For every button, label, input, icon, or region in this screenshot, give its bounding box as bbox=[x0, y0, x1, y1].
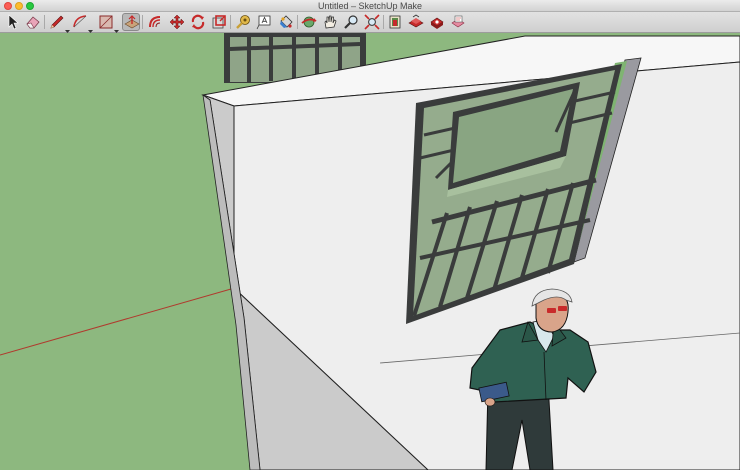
zoom-tool-button[interactable] bbox=[342, 13, 360, 31]
zoom-extents-icon bbox=[364, 14, 380, 30]
share-model-button[interactable] bbox=[407, 13, 425, 31]
paint-bucket-tool-button[interactable] bbox=[277, 13, 295, 31]
pan-tool-button[interactable] bbox=[321, 13, 339, 31]
magnifier-icon bbox=[344, 15, 358, 29]
text-tool-button[interactable] bbox=[255, 13, 273, 31]
title-bar: Untitled – SketchUp Make bbox=[0, 0, 740, 12]
line-tool-button[interactable] bbox=[48, 13, 66, 31]
model-scene bbox=[0, 33, 740, 470]
pencil-icon bbox=[50, 15, 64, 29]
tape-measure-icon bbox=[236, 15, 250, 29]
text-icon bbox=[256, 15, 271, 30]
eraser-tool-button[interactable] bbox=[24, 13, 42, 31]
toolbar-separator bbox=[44, 15, 45, 29]
extension-warehouse-button[interactable] bbox=[428, 13, 446, 31]
share-model-icon bbox=[408, 14, 424, 28]
scale-icon bbox=[212, 15, 226, 29]
layout-button[interactable] bbox=[449, 13, 467, 31]
drawing-area-3d-viewport[interactable] bbox=[0, 33, 740, 470]
select-tool-button[interactable] bbox=[4, 13, 22, 31]
paint-bucket-icon bbox=[280, 15, 293, 28]
rotate-icon bbox=[191, 14, 205, 30]
offset-icon bbox=[149, 16, 161, 28]
extension-warehouse-icon bbox=[430, 17, 444, 29]
toolbar-separator bbox=[142, 15, 143, 29]
getting-started-toolbar bbox=[0, 12, 740, 33]
sketchup-window: Untitled – SketchUp Make bbox=[0, 0, 740, 470]
warehouse-button[interactable] bbox=[386, 13, 404, 31]
3d-warehouse-icon bbox=[389, 15, 401, 29]
push-pull-tool-button[interactable] bbox=[122, 13, 140, 31]
toolbar-separator bbox=[297, 15, 298, 29]
tape-measure-tool-button[interactable] bbox=[234, 13, 252, 31]
pan-hand-icon bbox=[324, 15, 337, 29]
orbit-tool-button[interactable] bbox=[300, 13, 318, 31]
scale-tool-button[interactable] bbox=[210, 13, 228, 31]
orbit-icon bbox=[301, 16, 317, 28]
arrow-cursor-icon bbox=[8, 14, 19, 30]
window-title: Untitled – SketchUp Make bbox=[317, 1, 423, 11]
push-pull-icon bbox=[124, 15, 140, 29]
move-icon bbox=[169, 14, 185, 30]
move-tool-button[interactable] bbox=[168, 13, 186, 31]
toolbar-separator bbox=[383, 15, 384, 29]
arc-icon bbox=[73, 15, 87, 28]
rectangle-icon bbox=[99, 15, 113, 29]
zoom-extents-tool-button[interactable] bbox=[363, 13, 381, 31]
arc-tool-button[interactable] bbox=[71, 13, 89, 31]
eraser-icon bbox=[26, 16, 40, 29]
offset-tool-button[interactable] bbox=[146, 13, 164, 31]
shape-tool-button[interactable] bbox=[97, 13, 115, 31]
layout-icon bbox=[451, 15, 465, 28]
rotate-tool-button[interactable] bbox=[189, 13, 207, 31]
toolbar-separator bbox=[230, 15, 231, 29]
